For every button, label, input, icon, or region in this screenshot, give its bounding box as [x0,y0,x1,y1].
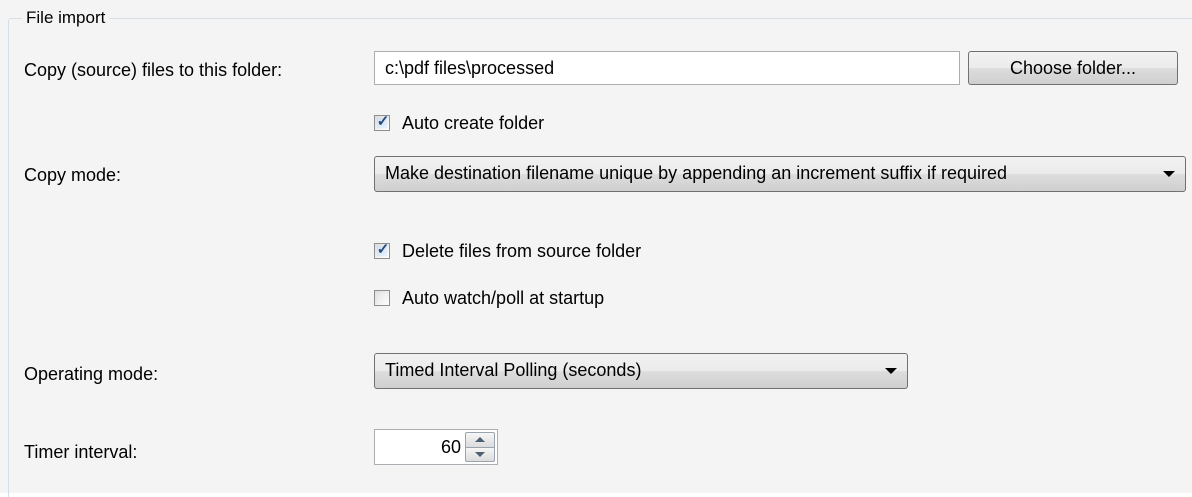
settings-panel: File import Copy (source) files to this … [0,0,1192,497]
copy-mode-label: Copy mode: [24,165,122,185]
stepper-buttons [465,432,495,462]
checkmark-icon: ✓ [376,241,390,258]
operating-mode-label: Operating mode: [24,364,159,384]
auto-create-folder-checkbox[interactable]: ✓ [374,113,390,131]
auto-create-folder-row[interactable]: ✓ Auto create folder [374,111,544,135]
delete-files-row[interactable]: ✓ Delete files from source folder [374,239,641,263]
spin-up-button[interactable] [465,432,495,447]
choose-folder-button[interactable]: Choose folder... [968,51,1178,85]
spin-down-button[interactable] [465,446,495,462]
arrow-down-icon [475,451,485,457]
copy-mode-dropdown[interactable]: Make destination filename unique by appe… [374,156,1186,192]
chevron-down-icon [885,368,897,374]
timer-interval-label: Timer interval: [24,442,138,462]
copy-folder-label: Copy (source) files to this folder: [24,60,283,80]
auto-create-folder-label: Auto create folder [402,113,545,133]
auto-watch-row[interactable]: Auto watch/poll at startup [374,286,604,310]
copy-mode-selected: Make destination filename unique by appe… [385,163,1008,183]
delete-files-checkbox[interactable]: ✓ [374,241,390,259]
chevron-down-icon [1163,171,1175,177]
timer-interval-stepper[interactable]: 60 [374,429,498,465]
checkbox-fill [377,293,387,303]
timer-interval-value[interactable]: 60 [441,430,461,464]
copy-folder-input[interactable]: c:\pdf files\processed [374,51,960,85]
checkmark-icon: ✓ [376,113,390,130]
delete-files-label: Delete files from source folder [402,241,642,261]
arrow-up-icon [475,437,485,442]
operating-mode-selected: Timed Interval Polling (seconds) [385,360,642,380]
auto-watch-checkbox[interactable] [374,290,390,306]
groupbox-title: File import [22,8,110,28]
operating-mode-dropdown[interactable]: Timed Interval Polling (seconds) [374,353,908,389]
auto-watch-label: Auto watch/poll at startup [402,288,605,308]
